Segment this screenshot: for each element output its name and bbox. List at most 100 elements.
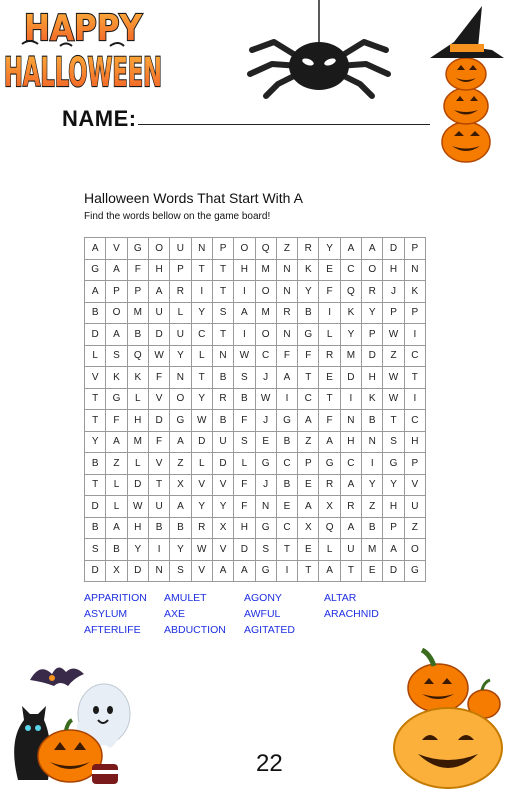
grid-cell[interactable]: W	[383, 324, 405, 346]
grid-cell[interactable]: H	[404, 431, 426, 453]
grid-cell[interactable]: R	[276, 302, 299, 324]
grid-cell[interactable]: J	[383, 281, 405, 303]
grid-cell[interactable]: Y	[170, 345, 192, 367]
grid-cell[interactable]: U	[340, 539, 363, 561]
grid-cell[interactable]: G	[106, 388, 128, 410]
grid-cell[interactable]: A	[298, 496, 320, 518]
grid-cell[interactable]: O	[404, 539, 426, 561]
grid-cell[interactable]: Y	[340, 324, 363, 346]
grid-cell[interactable]: O	[255, 324, 277, 346]
grid-cell[interactable]: A	[106, 431, 128, 453]
grid-cell[interactable]: P	[404, 453, 426, 475]
grid-cell[interactable]: P	[127, 281, 149, 303]
grid-cell[interactable]: T	[383, 410, 405, 432]
grid-cell[interactable]: L	[319, 324, 341, 346]
grid-cell[interactable]: A	[340, 238, 363, 260]
grid-cell[interactable]: D	[340, 367, 363, 389]
grid-cell[interactable]: I	[319, 302, 341, 324]
grid-cell[interactable]: W	[191, 539, 213, 561]
grid-cell[interactable]: L	[85, 345, 107, 367]
grid-cell[interactable]: W	[148, 345, 171, 367]
grid-cell[interactable]: N	[362, 431, 384, 453]
grid-cell[interactable]: A	[234, 560, 256, 582]
grid-cell[interactable]: I	[362, 453, 384, 475]
grid-cell[interactable]: I	[276, 388, 299, 410]
grid-cell[interactable]: I	[276, 560, 299, 582]
grid-cell[interactable]: U	[170, 238, 192, 260]
grid-cell[interactable]: Y	[191, 496, 213, 518]
grid-cell[interactable]: R	[170, 281, 192, 303]
grid-cell[interactable]: H	[127, 410, 149, 432]
grid-cell[interactable]: G	[383, 453, 405, 475]
grid-cell[interactable]: C	[404, 410, 426, 432]
grid-cell[interactable]: B	[298, 302, 320, 324]
grid-cell[interactable]: J	[255, 410, 277, 432]
grid-cell[interactable]: H	[234, 259, 256, 281]
grid-cell[interactable]: V	[212, 474, 235, 496]
grid-cell[interactable]: O	[255, 281, 277, 303]
grid-cell[interactable]: H	[127, 517, 149, 539]
grid-cell[interactable]: T	[319, 388, 341, 410]
grid-cell[interactable]: F	[148, 431, 171, 453]
grid-cell[interactable]: I	[234, 324, 256, 346]
grid-cell[interactable]: E	[362, 560, 384, 582]
grid-cell[interactable]: F	[319, 281, 341, 303]
grid-cell[interactable]: N	[340, 410, 363, 432]
grid-cell[interactable]: G	[255, 560, 277, 582]
grid-cell[interactable]: B	[234, 388, 256, 410]
grid-cell[interactable]: C	[191, 324, 213, 346]
grid-cell[interactable]: Y	[298, 281, 320, 303]
grid-cell[interactable]: D	[383, 560, 405, 582]
grid-cell[interactable]: N	[404, 259, 426, 281]
grid-cell[interactable]: U	[404, 496, 426, 518]
grid-cell[interactable]: P	[170, 259, 192, 281]
grid-cell[interactable]: X	[298, 517, 320, 539]
grid-cell[interactable]: P	[383, 302, 405, 324]
grid-cell[interactable]: Q	[319, 517, 341, 539]
grid-cell[interactable]: S	[234, 367, 256, 389]
grid-cell[interactable]: U	[148, 302, 171, 324]
grid-cell[interactable]: R	[298, 238, 320, 260]
grid-cell[interactable]: L	[191, 345, 213, 367]
grid-cell[interactable]: A	[276, 367, 299, 389]
grid-cell[interactable]: F	[234, 496, 256, 518]
grid-cell[interactable]: B	[85, 517, 107, 539]
grid-cell[interactable]: K	[298, 259, 320, 281]
grid-cell[interactable]: S	[85, 539, 107, 561]
grid-cell[interactable]: T	[85, 388, 107, 410]
grid-cell[interactable]: H	[362, 367, 384, 389]
grid-cell[interactable]: N	[148, 560, 171, 582]
grid-cell[interactable]: C	[276, 517, 299, 539]
grid-cell[interactable]: V	[191, 474, 213, 496]
grid-cell[interactable]: B	[85, 453, 107, 475]
grid-cell[interactable]: F	[106, 410, 128, 432]
grid-cell[interactable]: W	[255, 388, 277, 410]
grid-cell[interactable]: R	[319, 474, 341, 496]
grid-cell[interactable]: N	[212, 345, 235, 367]
grid-cell[interactable]: N	[170, 367, 192, 389]
grid-cell[interactable]: A	[148, 281, 171, 303]
grid-cell[interactable]: V	[191, 560, 213, 582]
grid-cell[interactable]: L	[170, 302, 192, 324]
grid-cell[interactable]: G	[404, 560, 426, 582]
grid-cell[interactable]: T	[85, 410, 107, 432]
grid-cell[interactable]: B	[106, 539, 128, 561]
grid-cell[interactable]: D	[148, 410, 171, 432]
grid-cell[interactable]: J	[255, 367, 277, 389]
grid-cell[interactable]: U	[170, 324, 192, 346]
grid-cell[interactable]: M	[362, 539, 384, 561]
grid-cell[interactable]: V	[212, 539, 235, 561]
grid-cell[interactable]: D	[148, 324, 171, 346]
grid-cell[interactable]: I	[234, 281, 256, 303]
grid-cell[interactable]: G	[170, 410, 192, 432]
grid-cell[interactable]: P	[404, 238, 426, 260]
grid-cell[interactable]: Z	[383, 345, 405, 367]
grid-cell[interactable]: B	[362, 410, 384, 432]
grid-cell[interactable]: A	[106, 324, 128, 346]
grid-cell[interactable]: B	[127, 324, 149, 346]
grid-cell[interactable]: L	[127, 453, 149, 475]
grid-cell[interactable]: W	[127, 496, 149, 518]
grid-cell[interactable]: Z	[170, 453, 192, 475]
grid-cell[interactable]: L	[106, 474, 128, 496]
grid-cell[interactable]: P	[362, 324, 384, 346]
